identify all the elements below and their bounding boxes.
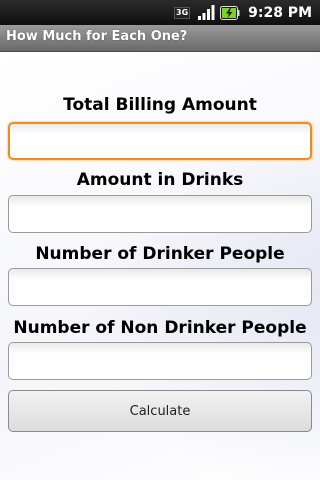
drinker-people-input[interactable] [8, 268, 312, 306]
title-bar: How Much for Each One? [0, 25, 320, 52]
network-3g-icon: 3G [172, 4, 192, 22]
drinks-amount-input[interactable] [8, 195, 312, 233]
total-billing-input[interactable] [8, 122, 312, 160]
clock: 9:28 PM [248, 4, 312, 21]
status-bar: 3G 9:28 PM [0, 0, 320, 25]
content-area: Total Billing Amount Amount in Drinks Nu… [0, 52, 320, 480]
signal-strength-icon [196, 4, 216, 22]
drinker-people-label: Number of Drinker People [35, 244, 285, 264]
status-icons: 3G 9:28 PM [172, 2, 312, 23]
drinks-amount-label: Amount in Drinks [76, 170, 244, 190]
app-title: How Much for Each One? [6, 29, 188, 44]
calculate-button[interactable]: Calculate [8, 390, 312, 432]
non-drinker-people-label: Number of Non Drinker People [13, 318, 307, 338]
network-type-label: 3G [174, 6, 191, 19]
total-billing-label: Total Billing Amount [63, 95, 257, 115]
battery-charging-icon [220, 4, 240, 22]
non-drinker-people-input[interactable] [8, 342, 312, 380]
